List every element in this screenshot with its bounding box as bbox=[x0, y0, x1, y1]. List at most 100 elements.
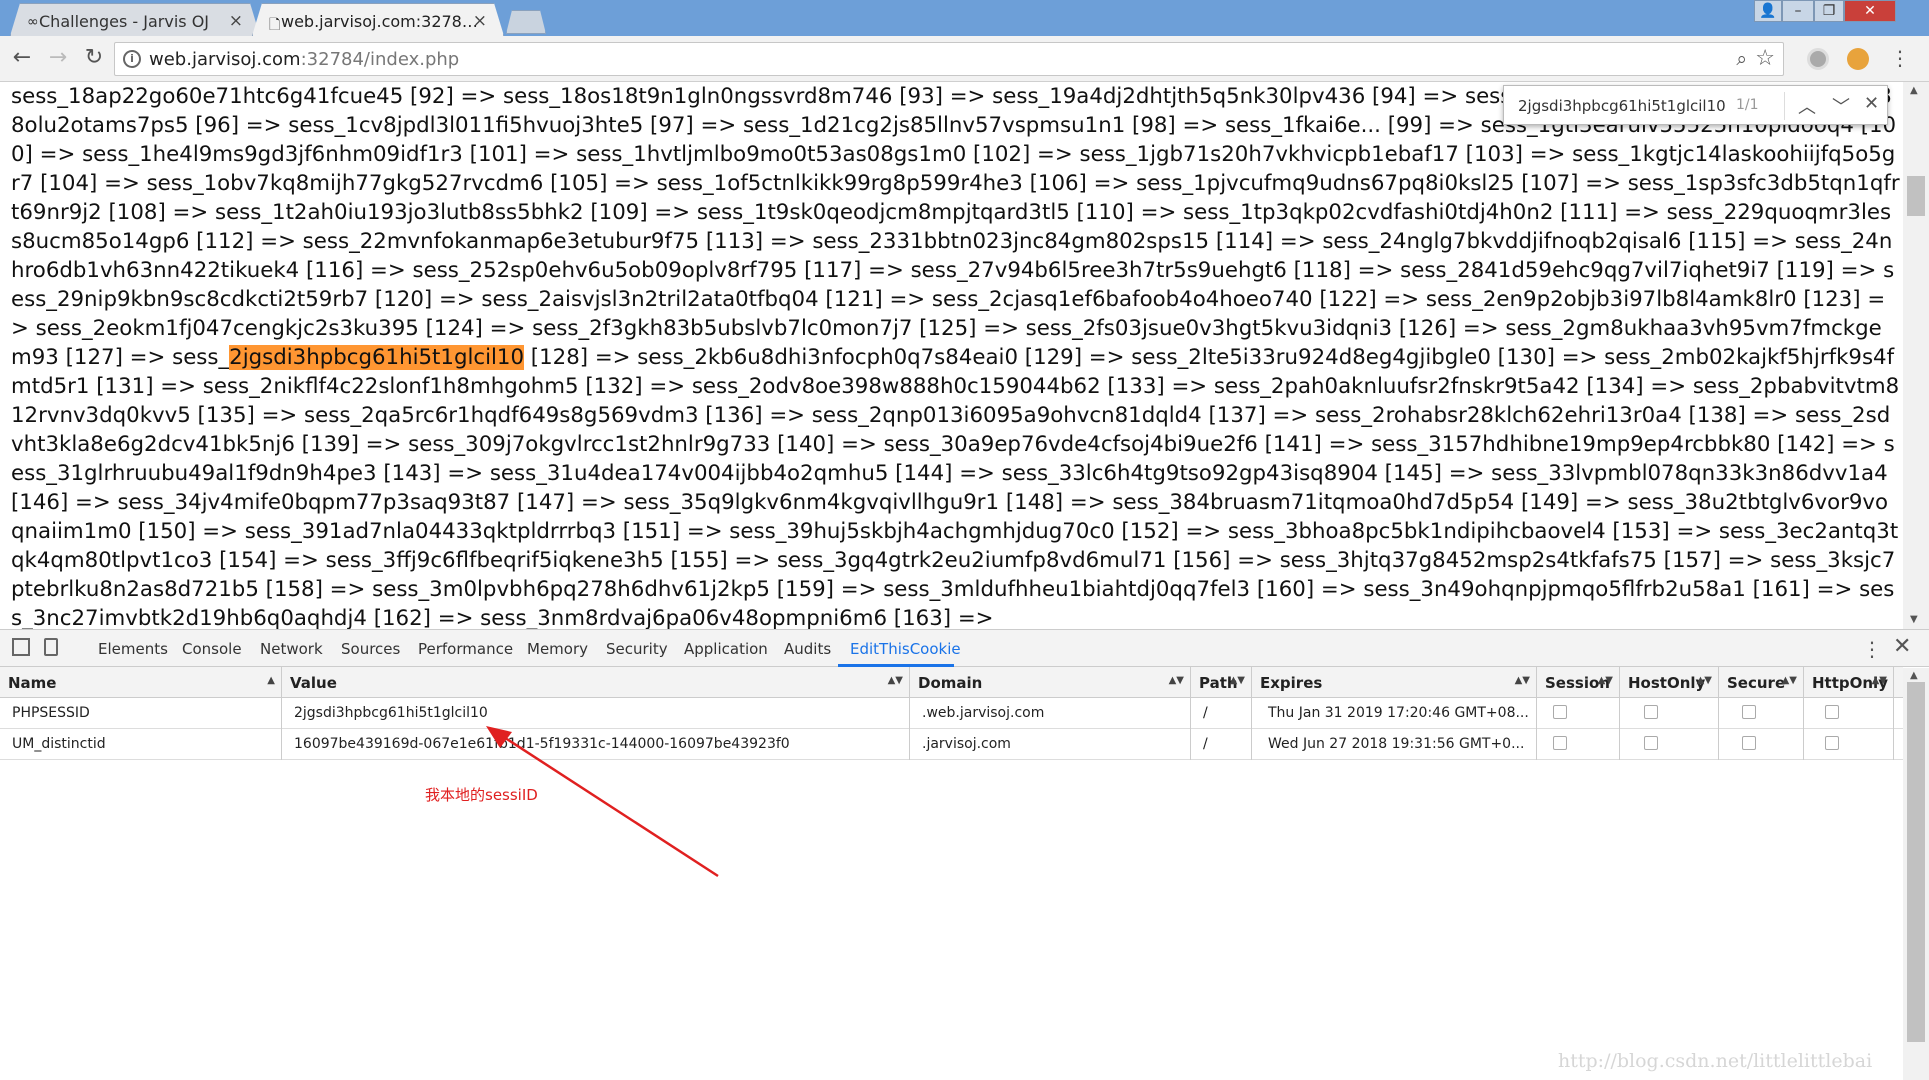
secure-cell bbox=[1719, 729, 1804, 760]
minimize-button[interactable]: – bbox=[1782, 0, 1814, 22]
device-toggle-icon[interactable] bbox=[44, 638, 58, 656]
tab-strip: ∞ Challenges - Jarvis OJ × 🗋 web.jarviso… bbox=[0, 0, 1929, 36]
session-cell bbox=[1537, 698, 1620, 729]
tab-audits[interactable]: Audits bbox=[784, 640, 831, 658]
tab-challenges[interactable]: ∞ Challenges - Jarvis OJ × bbox=[10, 3, 260, 36]
find-highlight: 2jgsdi3hpbcg61hi5t1glcil10 bbox=[229, 345, 525, 370]
col-httponly[interactable]: HttpOnly ▲▼ bbox=[1804, 667, 1894, 698]
page-content: sess_18ap22go60e71htc6g41fcue45 [92] => … bbox=[0, 82, 1929, 629]
table-row[interactable]: UM_distinctid 16097be439169d-067e1e61fb1… bbox=[0, 729, 1903, 760]
extension-icon[interactable] bbox=[1807, 48, 1829, 70]
hostonly-cell bbox=[1620, 698, 1719, 729]
tab-editthiscookie[interactable]: EditThisCookie bbox=[850, 640, 961, 658]
sort-icon: ▲▼ bbox=[1696, 675, 1712, 686]
secure-checkbox[interactable] bbox=[1742, 736, 1756, 750]
back-button[interactable]: ← bbox=[8, 45, 36, 73]
url-text[interactable]: web.jarvisoj.com:32784/index.php bbox=[149, 49, 459, 70]
session-checkbox[interactable] bbox=[1553, 705, 1567, 719]
table-header: Name ▲ Value ▲▼ Domain ▲▼ Path ▲▼ Expires ▲▼ … bbox=[0, 667, 1903, 698]
user-icon[interactable]: 👤 bbox=[1754, 0, 1782, 22]
col-session[interactable]: Session ▲▼ bbox=[1537, 667, 1620, 698]
cookie-extension-icon[interactable] bbox=[1847, 48, 1869, 70]
bookmark-star-icon[interactable]: ☆ bbox=[1755, 46, 1775, 71]
address-bar[interactable]: i web.jarvisoj.com:32784/index.php ⌕ ☆ bbox=[114, 42, 1784, 76]
find-bar: 2jgsdi3hpbcg61hi5t1glcil10 1/1 ︿ ﹀ ✕ bbox=[1503, 85, 1888, 125]
find-close-icon[interactable]: ✕ bbox=[1864, 93, 1879, 114]
cookie-expires[interactable]: Thu Jan 31 2019 17:20:46 GMT+08... bbox=[1252, 698, 1537, 729]
cookie-domain[interactable]: .web.jarvisoj.com bbox=[910, 698, 1191, 729]
tab-elements[interactable]: Elements bbox=[98, 640, 168, 658]
httponly-cell bbox=[1804, 698, 1894, 729]
devtools-close-icon[interactable]: ✕ bbox=[1893, 634, 1911, 659]
reload-button[interactable]: ↻ bbox=[80, 45, 108, 73]
find-prev-icon[interactable]: ︿ bbox=[1798, 93, 1816, 119]
sort-icon: ▲▼ bbox=[1514, 675, 1530, 686]
tab-application[interactable]: Application bbox=[684, 640, 768, 658]
forward-button[interactable]: → bbox=[44, 45, 72, 73]
find-count: 1/1 bbox=[1736, 97, 1759, 113]
col-secure[interactable]: Secure ▲▼ bbox=[1719, 667, 1804, 698]
secure-cell bbox=[1719, 698, 1804, 729]
cookie-name[interactable]: PHPSESSID bbox=[0, 698, 282, 729]
window-close-button[interactable]: ✕ bbox=[1844, 0, 1896, 22]
devtools-tabbar: Elements Console Network Sources Perform… bbox=[0, 630, 1929, 667]
hostonly-checkbox[interactable] bbox=[1644, 736, 1658, 750]
scroll-up-icon[interactable]: ▲ bbox=[1910, 85, 1918, 96]
menu-icon[interactable]: ⋮ bbox=[1886, 45, 1914, 73]
cookie-domain[interactable]: .jarvisoj.com bbox=[910, 729, 1191, 760]
scroll-up-icon[interactable]: ▲ bbox=[1910, 670, 1918, 681]
info-icon[interactable]: i bbox=[123, 50, 141, 68]
sort-icon: ▲▼ bbox=[1781, 675, 1797, 686]
tab-title: web.jarvisoj.com:3278… bbox=[281, 12, 478, 31]
close-icon[interactable]: × bbox=[473, 11, 487, 31]
cookie-name[interactable]: UM_distinctid bbox=[0, 729, 282, 760]
col-expires[interactable]: Expires ▲▼ bbox=[1252, 667, 1537, 698]
find-next-icon[interactable]: ﹀ bbox=[1832, 93, 1850, 119]
session-cell bbox=[1537, 729, 1620, 760]
tab-jarvisoj-index[interactable]: 🗋 web.jarvisoj.com:3278… × bbox=[252, 3, 504, 36]
page-icon: 🗋 bbox=[269, 17, 281, 33]
devtools-scrollbar[interactable]: ▲ bbox=[1903, 668, 1929, 1080]
tab-network[interactable]: Network bbox=[260, 640, 323, 658]
cookie-value[interactable]: 16097be439169d-067e1e61fb1d1-5f19331c-14… bbox=[282, 729, 910, 760]
cookie-expires[interactable]: Wed Jun 27 2018 19:31:56 GMT+0... bbox=[1252, 729, 1537, 760]
cookie-value[interactable]: 2jgsdi3hpbcg61hi5t1glcil10 bbox=[282, 698, 910, 729]
cookie-path[interactable]: / bbox=[1191, 698, 1252, 729]
close-icon[interactable]: × bbox=[229, 11, 243, 31]
zoom-icon[interactable]: ⌕ bbox=[1736, 48, 1747, 70]
col-name[interactable]: Name ▲ bbox=[0, 667, 282, 698]
find-input[interactable]: 2jgsdi3hpbcg61hi5t1glcil10 bbox=[1518, 97, 1726, 115]
sort-icon: ▲▼ bbox=[887, 675, 903, 686]
scroll-down-icon[interactable]: ▼ bbox=[1910, 614, 1918, 625]
sort-asc-icon: ▲ bbox=[267, 675, 275, 686]
cookie-path[interactable]: / bbox=[1191, 729, 1252, 760]
hostonly-cell bbox=[1620, 729, 1719, 760]
scroll-thumb[interactable] bbox=[1907, 682, 1925, 1042]
sort-icon: ▲▼ bbox=[1229, 675, 1245, 686]
col-hostonly[interactable]: HostOnly ▲▼ bbox=[1620, 667, 1719, 698]
tab-security[interactable]: Security bbox=[606, 640, 668, 658]
annotation-label: 我本地的sessiID bbox=[425, 786, 538, 804]
find-divider bbox=[1784, 92, 1785, 120]
page-scrollbar[interactable]: ▲ ▼ bbox=[1903, 82, 1929, 629]
col-value[interactable]: Value ▲▼ bbox=[282, 667, 910, 698]
col-domain[interactable]: Domain ▲▼ bbox=[910, 667, 1191, 698]
tab-memory[interactable]: Memory bbox=[527, 640, 588, 658]
devtools-menu-icon[interactable]: ⋮ bbox=[1862, 637, 1882, 661]
inspect-icon[interactable] bbox=[12, 638, 30, 656]
secure-checkbox[interactable] bbox=[1742, 705, 1756, 719]
tab-console[interactable]: Console bbox=[182, 640, 242, 658]
session-list-text: sess_18ap22go60e71htc6g41fcue45 [92] => … bbox=[11, 84, 1900, 629]
devtools-panel: Elements Console Network Sources Perform… bbox=[0, 629, 1929, 1080]
tab-sources[interactable]: Sources bbox=[341, 640, 400, 658]
scroll-thumb[interactable] bbox=[1907, 176, 1925, 216]
tab-performance[interactable]: Performance bbox=[418, 640, 513, 658]
maximize-button[interactable]: ❐ bbox=[1814, 0, 1844, 22]
col-path[interactable]: Path ▲▼ bbox=[1191, 667, 1252, 698]
table-row[interactable]: PHPSESSID 2jgsdi3hpbcg61hi5t1glcil10 .we… bbox=[0, 698, 1903, 729]
session-checkbox[interactable] bbox=[1553, 736, 1567, 750]
httponly-checkbox[interactable] bbox=[1825, 736, 1839, 750]
hostonly-checkbox[interactable] bbox=[1644, 705, 1658, 719]
new-tab-button[interactable] bbox=[506, 10, 546, 34]
httponly-checkbox[interactable] bbox=[1825, 705, 1839, 719]
